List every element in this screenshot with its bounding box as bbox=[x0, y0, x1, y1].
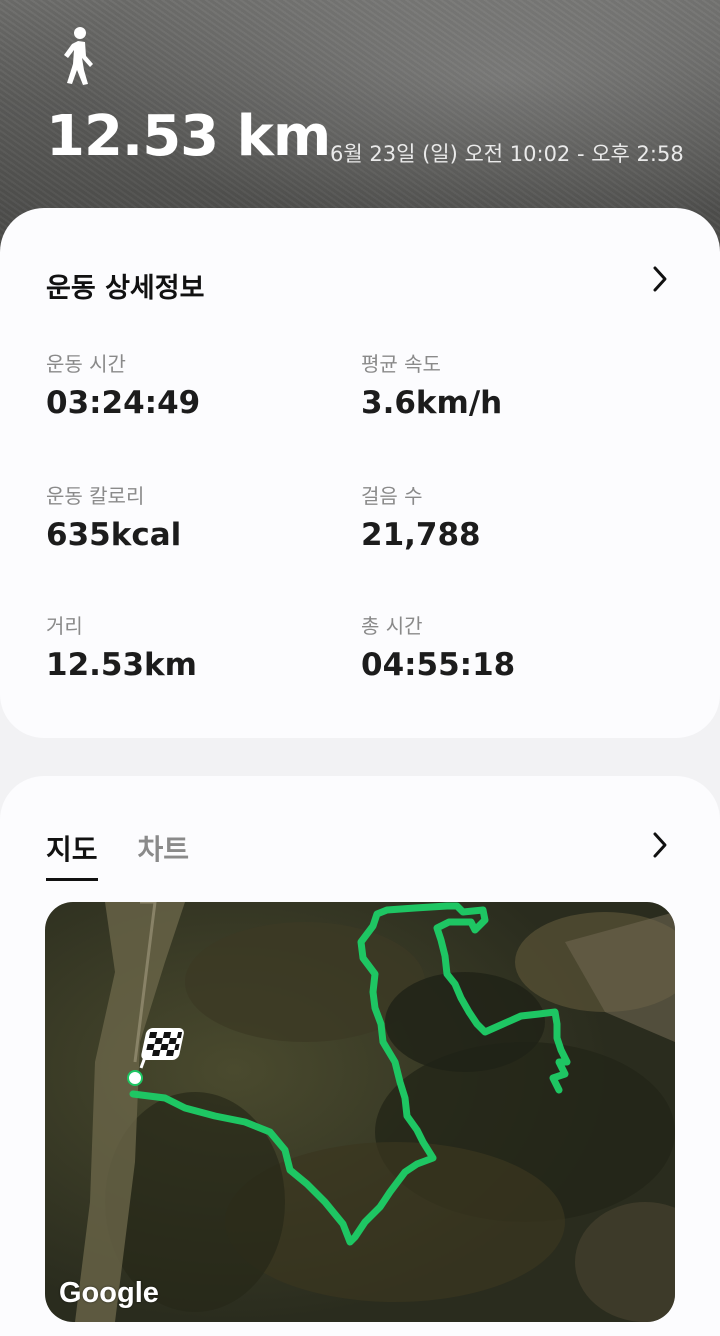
stat-total-time: 총 시간 04:55:18 bbox=[361, 610, 515, 683]
stat-value: 635kcal bbox=[46, 517, 182, 553]
map-card: 지도 차트 Google bbox=[0, 776, 720, 1336]
stat-label: 운동 칼로리 bbox=[46, 484, 145, 508]
total-distance: 12.53 km bbox=[46, 104, 331, 169]
route-map[interactable]: Google bbox=[45, 902, 675, 1322]
stat-value: 3.6km/h bbox=[361, 385, 503, 421]
stat-steps: 걸음 수 21,788 bbox=[361, 480, 481, 553]
stat-value: 12.53km bbox=[46, 647, 197, 683]
stat-average-speed: 평균 속도 3.6km/h bbox=[361, 348, 502, 421]
map-chart-tabs: 지도 차트 bbox=[46, 828, 189, 881]
stat-label: 총 시간 bbox=[361, 614, 423, 638]
google-logo: Google bbox=[59, 1277, 159, 1309]
stat-value: 03:24:49 bbox=[46, 385, 201, 421]
stat-label: 걸음 수 bbox=[361, 484, 423, 508]
details-title: 운동 상세정보 bbox=[46, 273, 205, 304]
stat-workout-time: 운동 시간 03:24:49 bbox=[46, 348, 200, 421]
workout-datetime: 6월 23일 (일) 오전 10:02 - 오후 2:58 bbox=[330, 142, 684, 166]
satellite-map-image bbox=[45, 902, 675, 1322]
stat-distance: 거리 12.53km bbox=[46, 610, 197, 683]
stat-label: 운동 시간 bbox=[46, 352, 126, 376]
tab-map[interactable]: 지도 bbox=[46, 828, 98, 881]
stat-value: 04:55:18 bbox=[361, 647, 516, 683]
chevron-right-icon[interactable] bbox=[650, 264, 670, 294]
walking-person-icon bbox=[64, 27, 93, 85]
stat-calories: 운동 칼로리 635kcal bbox=[46, 480, 181, 553]
tab-chart[interactable]: 차트 bbox=[138, 828, 190, 881]
stat-label: 평균 속도 bbox=[361, 352, 441, 376]
stat-label: 거리 bbox=[46, 614, 83, 638]
workout-details-card: 운동 상세정보 운동 시간 03:24:49 평균 속도 3.6km/h 운동 … bbox=[0, 208, 720, 738]
stat-value: 21,788 bbox=[361, 517, 481, 553]
chevron-right-icon[interactable] bbox=[650, 830, 670, 860]
start-point-marker bbox=[127, 1070, 143, 1086]
